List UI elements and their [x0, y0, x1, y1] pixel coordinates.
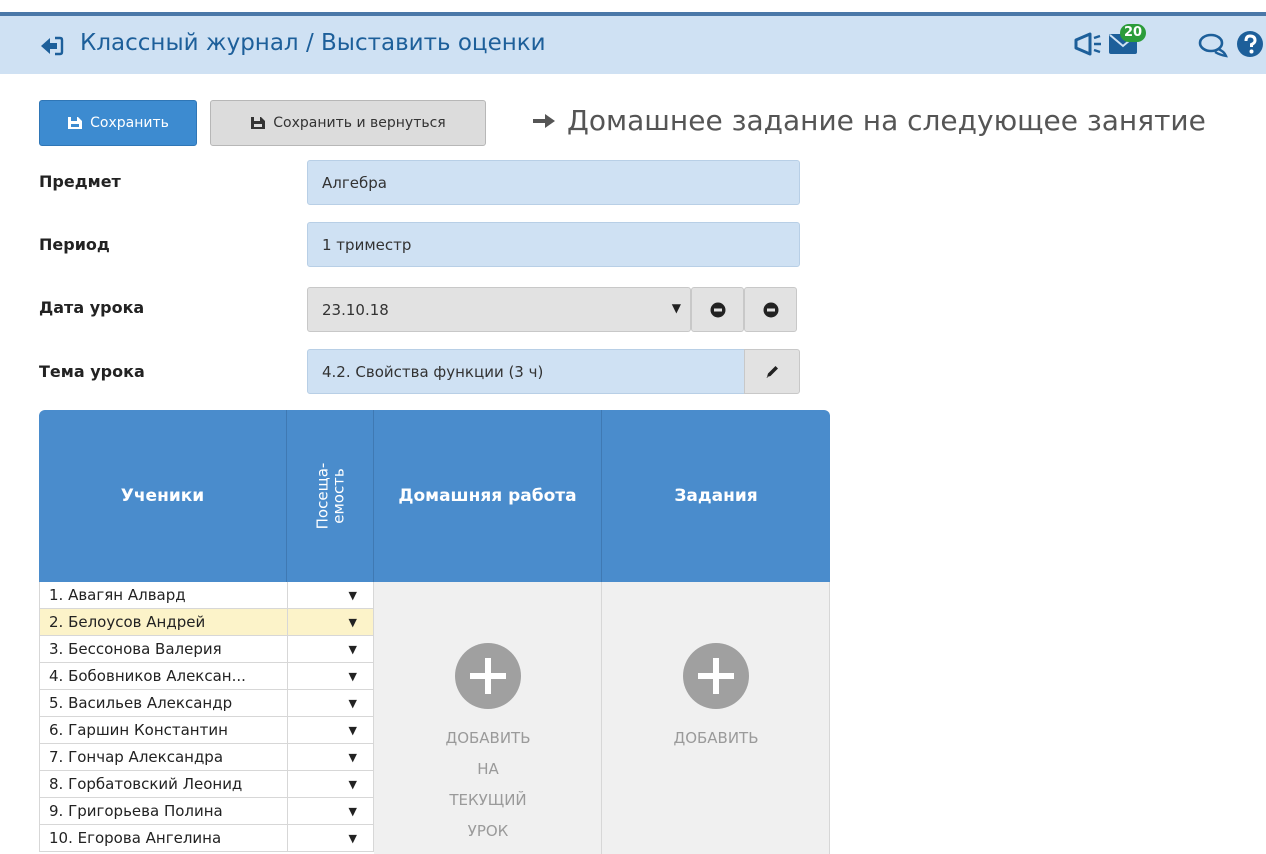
attendance-dropdown[interactable]: ▼ [287, 609, 374, 636]
edit-topic-button[interactable] [744, 349, 800, 394]
attendance-column-header: Посеща-емость [287, 410, 374, 582]
student-row[interactable]: 5. Васильев Александр [39, 690, 287, 717]
lesson-date-value: 23.10.18 [322, 300, 389, 319]
lesson-date-select[interactable]: 23.10.18 ▼ [307, 287, 691, 332]
tasks-column-header: Задания [602, 410, 830, 582]
megaphone-icon[interactable] [1072, 30, 1104, 58]
homework-column-header: Домашняя работа [374, 410, 602, 582]
subject-field[interactable]: Алгебра [307, 160, 800, 205]
save-button-label: Сохранить [90, 115, 169, 131]
period-field[interactable]: 1 триместр [307, 222, 800, 267]
homework-next-lesson-text: Домашнее задание на следующее занятие [567, 104, 1206, 137]
subject-label: Предмет [39, 172, 121, 191]
attendance-dropdown[interactable]: ▼ [287, 825, 374, 852]
homework-add-cell: ДОБАВИТЬ НА ТЕКУЩИЙ УРОК [374, 582, 602, 854]
attendance-dropdown[interactable]: ▼ [287, 717, 374, 744]
homework-header-label: Домашняя работа [398, 486, 577, 506]
students-column-header: Ученики [39, 410, 287, 582]
student-row[interactable]: 3. Бессонова Валерия [39, 636, 287, 663]
attendance-column: ▼ ▼ ▼ ▼ ▼ ▼ ▼ ▼ ▼ ▼ [287, 582, 374, 852]
add-homework-line: НА [477, 760, 499, 778]
student-row[interactable]: 2. Белоусов Андрей [39, 609, 287, 636]
attendance-dropdown[interactable]: ▼ [287, 798, 374, 825]
page-title: Классный журнал / Выставить оценки [80, 30, 546, 56]
chat-icon[interactable] [1198, 32, 1228, 58]
plus-circle-icon[interactable] [683, 643, 749, 709]
attendance-dropdown[interactable]: ▼ [287, 690, 374, 717]
lesson-date-label: Дата урока [39, 298, 145, 317]
students-column: 1. Авагян Алвард 2. Белоусов Андрей 3. Бес… [39, 582, 287, 852]
title-bar: Классный журнал / Выставить оценки 20 [0, 16, 1266, 74]
next-circle-icon [763, 302, 778, 317]
student-row[interactable]: 8. Горбатовский Леонид [39, 771, 287, 798]
attendance-header-wrap: Посеща-емость [287, 410, 374, 582]
help-icon[interactable] [1236, 30, 1264, 58]
student-row[interactable]: 10. Егорова Ангелина [39, 825, 287, 852]
attendance-dropdown[interactable]: ▼ [287, 582, 374, 609]
tasks-add-cell: ДОБАВИТЬ [602, 582, 830, 854]
student-row[interactable]: 1. Авагян Алвард [39, 582, 287, 609]
lesson-topic-value: 4.2. Свойства функции (3 ч) [322, 362, 544, 381]
back-arrow-icon[interactable] [38, 35, 64, 57]
arrow-right-icon [533, 113, 555, 128]
student-row[interactable]: 4. Бобовников Алексан... [39, 663, 287, 690]
add-homework-line: ТЕКУЩИЙ [449, 791, 527, 809]
attendance-dropdown[interactable]: ▼ [287, 663, 374, 690]
save-icon [251, 117, 266, 129]
next-date-button[interactable] [744, 287, 797, 332]
plus-circle-icon[interactable] [455, 643, 521, 709]
save-and-return-label: Сохранить и вернуться [273, 115, 446, 131]
add-homework-line: УРОК [467, 822, 509, 840]
messages-count-badge: 20 [1120, 24, 1146, 42]
lesson-topic-label: Тема урока [39, 362, 145, 381]
attendance-dropdown[interactable]: ▼ [287, 744, 374, 771]
homework-next-lesson-link[interactable]: Домашнее задание на следующее занятие [531, 104, 1206, 137]
attendance-header-label: Посеща-емость [313, 462, 348, 530]
add-homework-text[interactable]: ДОБАВИТЬ НА ТЕКУЩИЙ УРОК [374, 723, 602, 847]
attendance-dropdown[interactable]: ▼ [287, 636, 374, 663]
table-body: 1. Авагян Алвард 2. Белоусов Андрей 3. Бес… [39, 582, 830, 854]
grades-table: Ученики Посеща-емость Домашняя работа За… [39, 410, 830, 854]
period-label: Период [39, 235, 110, 254]
lesson-topic-field[interactable]: 4.2. Свойства функции (3 ч) [307, 349, 747, 394]
save-and-return-button[interactable]: Сохранить и вернуться [210, 100, 486, 146]
student-row[interactable]: 9. Григорьева Полина [39, 798, 287, 825]
chevron-down-icon: ▼ [671, 301, 681, 315]
period-value: 1 триместр [322, 235, 412, 254]
add-homework-line: ДОБАВИТЬ [445, 729, 531, 747]
lesson-topic-group: 4.2. Свойства функции (3 ч) [307, 349, 800, 394]
students-header-label: Ученики [120, 486, 205, 506]
save-button[interactable]: Сохранить [39, 100, 197, 146]
add-task-text[interactable]: ДОБАВИТЬ [602, 723, 830, 754]
student-row[interactable]: 6. Гаршин Константин [39, 717, 287, 744]
tasks-header-label: Задания [674, 486, 758, 506]
subject-value: Алгебра [322, 173, 387, 192]
previous-date-button[interactable] [691, 287, 744, 332]
lesson-date-box: 23.10.18 [307, 287, 691, 332]
save-icon [68, 117, 83, 129]
attendance-dropdown[interactable]: ▼ [287, 771, 374, 798]
student-row[interactable]: 7. Гончар Александра [39, 744, 287, 771]
pencil-icon [766, 365, 778, 378]
table-header: Ученики Посеща-емость Домашняя работа За… [39, 410, 830, 582]
prev-circle-icon [710, 302, 725, 317]
